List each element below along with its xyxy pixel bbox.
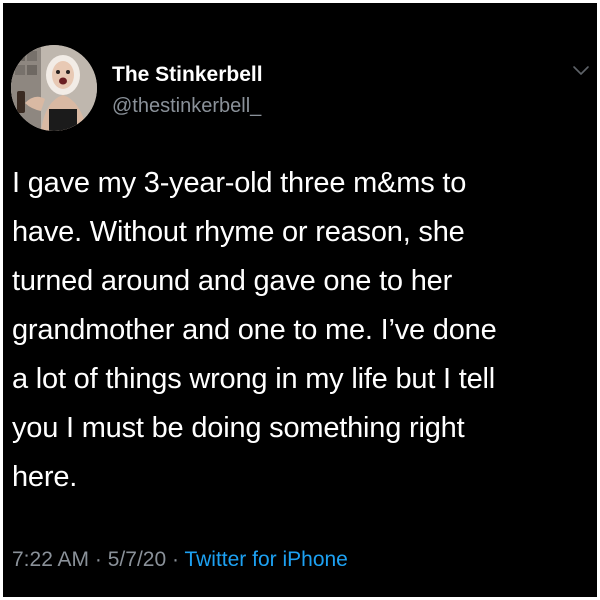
- tweet-card: The Stinkerbell @thestinkerbell_ I gave …: [3, 3, 597, 597]
- separator-dot: ·: [171, 548, 179, 571]
- tweet-text-line: have. Without rhyme or reason, she: [12, 216, 465, 248]
- user-handle[interactable]: @thestinkerbell_: [112, 95, 261, 118]
- tweet-text-line: here.: [12, 461, 78, 493]
- display-name[interactable]: The Stinkerbell: [112, 63, 263, 87]
- tweet-text: I gave my 3-year-old three m&ms to have.…: [12, 159, 592, 502]
- tweet-time[interactable]: 7:22 AM: [12, 548, 89, 571]
- tweet-metadata: 7:22 AM · 5/7/20 · Twitter for iPhone: [12, 548, 348, 572]
- tweet-date[interactable]: 5/7/20: [108, 548, 166, 571]
- separator-dot: ·: [94, 548, 102, 571]
- chevron-down-icon[interactable]: [572, 63, 590, 77]
- tweet-text-line: grandmother and one to me. I’ve done: [12, 314, 497, 346]
- tweet-text-line: you I must be doing something right: [12, 412, 465, 444]
- avatar[interactable]: [11, 45, 97, 131]
- profile-photo-icon: [11, 45, 97, 131]
- tweet-text-line: a lot of things wrong in my life but I t…: [12, 363, 496, 395]
- tweet-text-line: I gave my 3-year-old three m&ms to: [12, 167, 467, 199]
- tweet-source-link[interactable]: Twitter for iPhone: [184, 548, 347, 571]
- tweet-text-line: turned around and gave one to her: [12, 265, 453, 297]
